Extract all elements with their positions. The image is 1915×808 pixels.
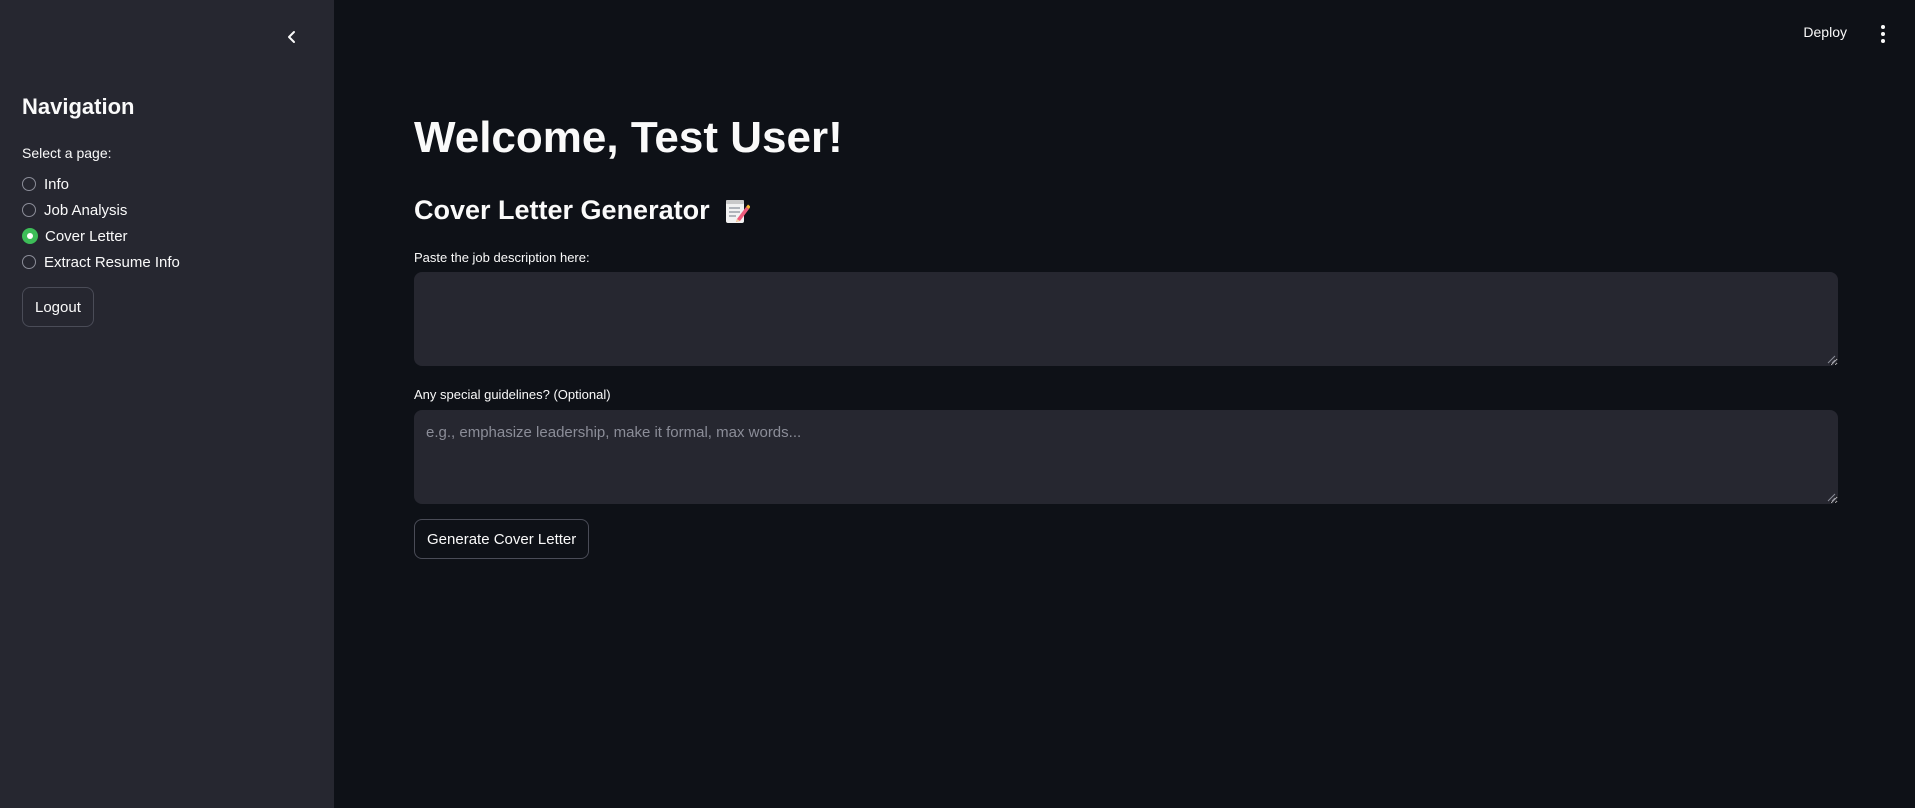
sidebar: Navigation Select a page: Info Job Analy…: [0, 0, 334, 808]
guidelines-wrapper: [414, 410, 1838, 504]
radio-option-label: Cover Letter: [45, 227, 128, 245]
page-radio-group: Info Job Analysis Cover Letter Extract R…: [22, 171, 180, 275]
radio-option-info[interactable]: Info: [22, 171, 180, 197]
radio-group-label: Select a page:: [22, 145, 112, 161]
guidelines-input[interactable]: [414, 410, 1838, 504]
radio-option-label: Extract Resume Info: [44, 253, 180, 271]
radio-option-label: Job Analysis: [44, 201, 128, 219]
job-description-input[interactable]: [414, 272, 1838, 366]
radio-option-label: Info: [44, 175, 70, 193]
job-description-wrapper: [414, 272, 1838, 366]
radio-option-extract-resume-info[interactable]: Extract Resume Info: [22, 249, 180, 275]
radio-button[interactable]: [22, 203, 36, 217]
collapse-sidebar-button[interactable]: [279, 24, 305, 50]
chevron-left-icon: [288, 31, 295, 43]
job-description-label: Paste the job description here:: [414, 250, 590, 265]
radio-option-job-analysis[interactable]: Job Analysis: [22, 197, 180, 223]
more-vertical-icon[interactable]: [1875, 22, 1891, 46]
radio-button-selected[interactable]: [22, 228, 38, 244]
generate-cover-letter-button[interactable]: Generate Cover Letter: [414, 519, 590, 559]
radio-button[interactable]: [22, 255, 36, 269]
deploy-button[interactable]: Deploy: [1797, 23, 1853, 41]
page-title: Welcome, Test User!: [414, 113, 843, 162]
section-header: Cover Letter Generator: [414, 195, 750, 226]
section-header-text: Cover Letter Generator: [414, 195, 710, 225]
guidelines-label: Any special guidelines? (Optional): [414, 387, 611, 402]
memo-icon: [725, 199, 750, 223]
radio-button[interactable]: [22, 177, 36, 191]
sidebar-title: Navigation: [22, 94, 135, 119]
radio-option-cover-letter[interactable]: Cover Letter: [22, 223, 180, 249]
app-root: Navigation Select a page: Info Job Analy…: [0, 0, 1915, 808]
logout-button[interactable]: Logout: [22, 287, 94, 327]
